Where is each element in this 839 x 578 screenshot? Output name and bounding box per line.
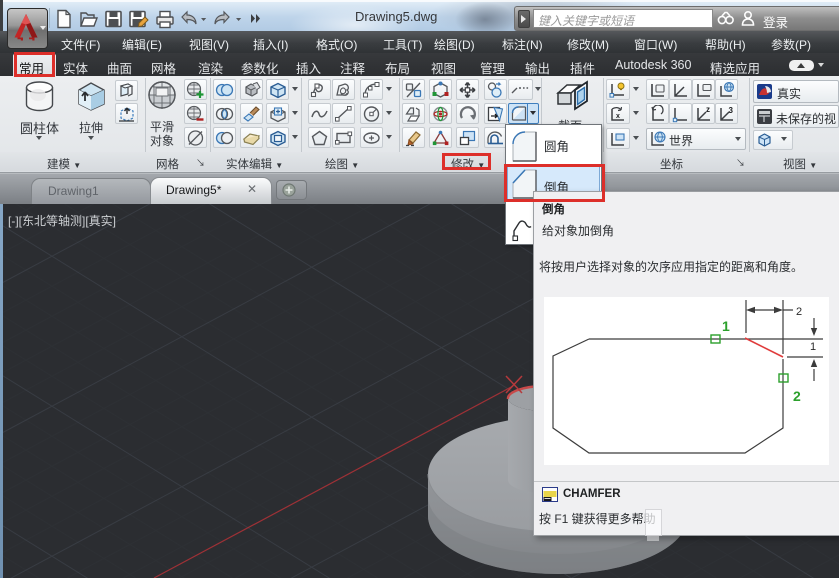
svg-text:3: 3	[729, 106, 734, 115]
svg-text:x: x	[616, 113, 620, 120]
svg-text:z: z	[706, 105, 710, 114]
svg-text:2: 2	[796, 306, 802, 318]
svg-text:1: 1	[810, 341, 816, 353]
svg-text:2: 2	[793, 388, 801, 404]
svg-text:1: 1	[722, 318, 730, 334]
